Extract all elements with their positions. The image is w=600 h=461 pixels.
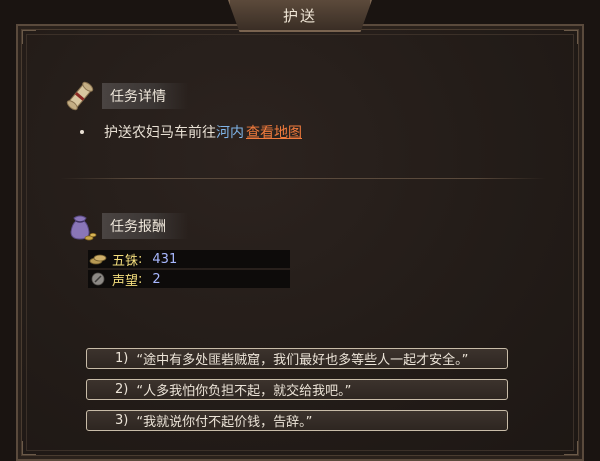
option-text: “途中有多处匪砦贼窟，我们最好也多等些人一起才安全。” bbox=[136, 353, 469, 368]
rewards-header-label: 任务报酬 bbox=[102, 213, 188, 239]
details-section-header: 任务详情 bbox=[62, 78, 188, 114]
window-title: 护送 bbox=[282, 6, 317, 25]
description-text: 护送农妇马车前往 bbox=[104, 125, 216, 141]
reward-name: 五铢 bbox=[112, 253, 139, 269]
bullet bbox=[80, 130, 84, 134]
option-number: 3) bbox=[115, 413, 129, 428]
corner-ornament bbox=[22, 30, 36, 44]
section-divider bbox=[60, 178, 546, 179]
option-number: 1) bbox=[115, 351, 129, 366]
destination-link[interactable]: 河内 bbox=[216, 122, 244, 142]
rewards-section-header: 任务报酬 bbox=[62, 208, 188, 244]
details-header-label: 任务详情 bbox=[102, 83, 188, 109]
option-text: “我就说你付不起价钱，告辞。” bbox=[136, 415, 313, 430]
dialogue-option-2[interactable]: 2) “人多我怕你负担不起，就交给我吧。” bbox=[86, 379, 508, 400]
corner-ornament bbox=[564, 30, 578, 44]
coin-icon bbox=[89, 254, 107, 265]
corner-ornament bbox=[564, 441, 578, 455]
corner-ornament bbox=[22, 441, 36, 455]
option-number: 2) bbox=[115, 382, 129, 397]
money-bag-icon bbox=[70, 215, 97, 241]
reward-value: 431 bbox=[152, 251, 178, 267]
reward-row-reputation: 声望 : 2 bbox=[88, 270, 290, 289]
dialogue-option-1[interactable]: 1) “途中有多处匪砦贼窟，我们最好也多等些人一起才安全。” bbox=[86, 348, 508, 369]
reward-name: 声望 bbox=[112, 273, 139, 289]
dialogue-option-3[interactable]: 3) “我就说你付不起价钱，告辞。” bbox=[86, 410, 508, 431]
view-map-link[interactable]: 查看地图 bbox=[246, 122, 302, 142]
title-tab: 护送 bbox=[228, 0, 372, 32]
reward-row-coins: 五铢 : 431 bbox=[88, 250, 290, 269]
quest-description: 护送农妇马车前往 河内 查看地图 bbox=[80, 122, 302, 142]
reputation-icon bbox=[91, 272, 105, 286]
reward-value: 2 bbox=[152, 271, 161, 287]
scroll-icon bbox=[66, 81, 94, 111]
option-text: “人多我怕你负担不起，就交给我吧。” bbox=[136, 384, 352, 399]
